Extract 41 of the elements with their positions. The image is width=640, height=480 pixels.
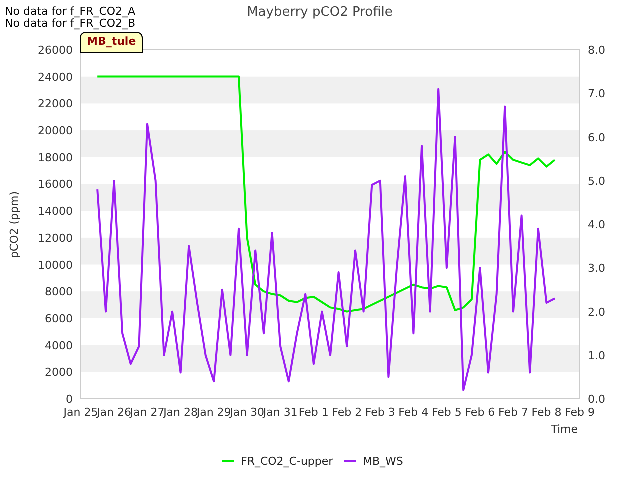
legend-label: MB_WS xyxy=(363,455,404,468)
y2-tick-label: 4.0 xyxy=(588,218,606,232)
y-tick-label: 16000 xyxy=(38,178,73,192)
y-tick-label: 8000 xyxy=(45,286,73,299)
y-tick-label: 4000 xyxy=(45,339,73,352)
x-tick-label: Feb 6 xyxy=(465,406,496,419)
y2-tick-label: 7.0 xyxy=(588,88,606,101)
y-tick-label: 14000 xyxy=(38,205,73,218)
y2-tick-label: 1.0 xyxy=(588,349,606,362)
y2-tick-label: 6.0 xyxy=(588,131,606,144)
y-tick-label: 10000 xyxy=(38,258,73,272)
x-tick-label: Feb 3 xyxy=(365,406,396,419)
x-tick-label: Feb 8 xyxy=(532,406,562,419)
chart-title: Mayberry pCO2 Profile xyxy=(247,5,393,20)
y2-tick-label: 8.0 xyxy=(588,44,606,57)
y2-tick-label: 3.0 xyxy=(588,262,606,276)
y-tick-label: 6000 xyxy=(45,312,73,326)
y-tick-label: 20000 xyxy=(38,124,73,138)
x-tick-label: Feb 9 xyxy=(565,406,595,419)
x-tick-label: Feb 4 xyxy=(398,406,429,419)
status-note: No data for f_FR_CO2_B xyxy=(5,18,136,30)
status-note: No data for f_FR_CO2_A xyxy=(5,6,136,18)
y-axis-title: pCO2 (ppm) xyxy=(8,191,21,259)
x-tick-label: Feb 2 xyxy=(332,406,362,419)
y-tick-label: 24000 xyxy=(38,70,73,84)
x-axis-title: Time xyxy=(551,423,578,436)
y-tick-label: 2000 xyxy=(45,366,73,380)
x-tick-label: Jan 31 xyxy=(263,406,298,419)
x-tick-label: Feb 1 xyxy=(298,406,329,419)
x-tick-label: Feb 7 xyxy=(498,406,528,419)
y-tick-label: 26000 xyxy=(38,44,73,57)
y-tick-label: 18000 xyxy=(38,151,73,164)
y-tick-label: 12000 xyxy=(38,232,73,245)
y2-tick-label: 5.0 xyxy=(588,174,606,188)
y-tick-label: 0 xyxy=(66,393,73,406)
y2-tick-label: 2.0 xyxy=(588,306,606,319)
y2-tick-label: 0.0 xyxy=(588,393,606,406)
legend-label: FR_CO2_C-upper xyxy=(241,455,334,468)
x-tick-label: Feb 5 xyxy=(432,406,462,419)
y-tick-label: 22000 xyxy=(38,98,73,111)
site-label: MB_tule xyxy=(80,32,144,52)
